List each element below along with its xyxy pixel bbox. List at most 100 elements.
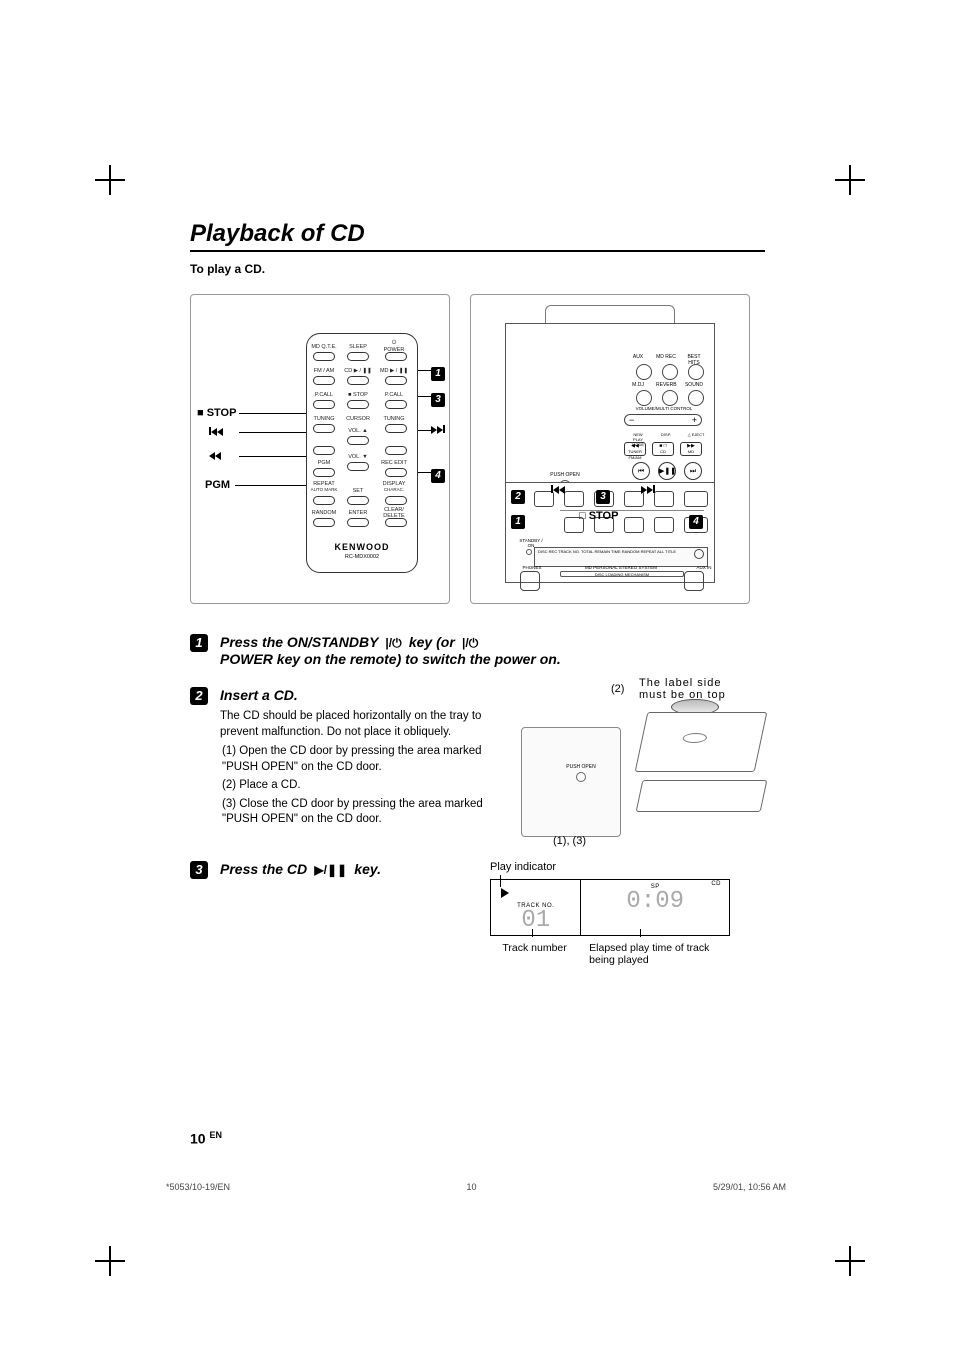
src-tuner: ◀◀TUNER FM/AM [624,442,646,456]
step-1-heading: Press the ON/STANDBY |/⏻ key (or |/⏻ POW… [220,634,765,667]
src-top-1: DISP. [656,432,676,437]
btn-pcall-r [385,400,407,409]
caption-track-number: Track number [490,942,579,966]
footer-doc-ref: *5053/10-19/EN [166,1182,230,1192]
unit-callout-next [641,485,655,497]
btn-recedit [385,468,407,477]
power-icon: |/⏻ [382,636,405,650]
btn-label-enter: ENTER [343,510,373,516]
unit-btn-f [684,491,708,507]
remote-callout-prev [209,427,223,439]
remote-diagram: ■ STOP PGM 1 3 4 MD Q.T.E. SLEEP [190,294,450,604]
btn-pcall-l [313,400,335,409]
btn-repeat [313,496,335,505]
knob-sound [688,390,704,406]
btn-display [385,496,407,505]
knob-aux [636,364,652,380]
remote-callout-rew [209,451,221,463]
annot-label-side: The label side must be on top [639,677,749,701]
crop-mark-tl [90,160,130,200]
knob-mdj [636,390,652,406]
remote-model: RC-MDX0002 [307,554,417,560]
unit-btn-j [654,517,674,533]
footer-mid: 10 [466,1182,476,1192]
lead-text: To play a CD. [190,262,765,276]
lcd-cd-label: CD [711,881,721,887]
btn-label-mdqte: MD Q.T.E. [309,344,339,350]
manual-page: Playback of CD To play a CD. ■ STOP PGM … [190,220,765,980]
unit-next-btn: ⏭ [684,462,702,480]
cd-tray-front [636,780,768,812]
play-indicator-label: Play indicator [490,861,750,873]
unit-btn-b [564,491,584,507]
annot-13: (1), (3) [553,835,586,847]
unit-mech: DISC LOADING MECHANISM [560,571,684,577]
btn-volup [347,436,369,445]
btn-label-stop: ■ STOP [343,392,373,398]
btn-enter [347,518,369,527]
btn-tuning-r [385,424,407,433]
btn-label-cd: CD ▶ / ❚❚ [343,368,373,374]
caption-elapsed: Elapsed play time of track being played [589,942,730,966]
unit-callout-prev [551,485,565,497]
source-row: ◀◀TUNER FM/AM ■ □CD ▶▶MD [620,442,702,456]
btn-label-pcall-r: P.CALL [379,392,409,398]
unit-prev-btn: ⏮ [632,462,650,480]
step-3-heading: Press the CD ▶/❚❚ key. [220,861,470,877]
src-md: ▶▶MD [680,442,702,456]
btn-clear [385,518,407,527]
btn-left [313,446,335,455]
remote-badge-4: 4 [431,469,445,483]
power-icon: |/⏻ [459,636,479,650]
btn-label-pcall-l: P.CALL [309,392,339,398]
step-2-illustration: (2) The label side must be on top PUSH O… [521,687,771,847]
src-cd: ■ □CD [652,442,674,456]
knob-label-mdj: M.DJ [628,382,648,388]
btn-label-sleep: SLEEP [343,344,373,350]
lcd-panel: TRACK NO. 01 CD SP 0:09 [490,879,730,936]
btn-cd [347,376,369,385]
unit-lower-panel: STANDBY / ON DISC REC TRACK NO. TOTAL RE… [505,483,715,583]
unit-phones-lbl: PHONES [520,565,544,570]
btn-label-random: RANDOM [309,510,339,516]
btn-label-repeat: REPEATAUTO MARK [309,482,339,493]
btn-label-set: SET [343,488,373,494]
cd-device-side: PUSH OPEN [521,727,621,837]
step-2-sub-3: (3) Close the CD door by pressing the ar… [220,797,505,828]
unit-btn-e [654,491,674,507]
unit-aux-lbl: AUX IN [692,565,716,570]
remote-body: MD Q.T.E. SLEEP ⏻POWER FM / AM CD ▶ / ❚❚… [306,333,418,573]
cd-device-push-open: PUSH OPEN [566,764,596,784]
volume-bar: − + [624,414,702,426]
btn-pgm [313,468,335,477]
eject-left [520,571,540,591]
remote-badge-3: 3 [431,393,445,407]
btn-voldn [347,462,369,471]
knob-mdrec [662,364,678,380]
step-2: 2 Insert a CD. The CD should be placed h… [190,687,765,847]
knob-label-mdrec: MD REC [656,354,676,360]
src-top-2: △ EJECT [686,432,706,437]
aux-jack-icon [694,549,704,559]
btn-label-pgm: PGM [309,460,339,466]
remote-callout-stop: ■ STOP [197,407,236,419]
unit-badge-3: 3 [596,490,610,504]
eject-right [684,571,704,591]
page-number: 10 EN [190,1130,222,1147]
step-3: 3 Press the CD ▶/❚❚ key. Play indicator [190,861,765,966]
knob-reverb [662,390,678,406]
vol-label: VOLUME/MULTI CONTROL [624,406,704,411]
annot-2: (2) [611,683,624,695]
step-3-display-diagram: Play indicator TRACK NO. 01 CD SP 0:09 [490,861,750,966]
btn-label-volup: VOL. ▲ [343,428,373,434]
step-num-1: 1 [190,634,208,652]
btn-fmam [313,376,335,385]
knob-label-sound: SOUND [684,382,704,388]
unit-diagram: AUX MD REC BEST HITS M.DJ REVERB SOUND V… [470,294,750,604]
unit-badge-4: 4 [689,515,703,529]
btn-label-tuning-r: TUNING [379,416,409,422]
step-2-heading: Insert a CD. [220,687,505,703]
btn-sleep [347,352,369,361]
unit-play-btn: ▶❚❚ [658,462,676,480]
btn-power [385,352,407,361]
